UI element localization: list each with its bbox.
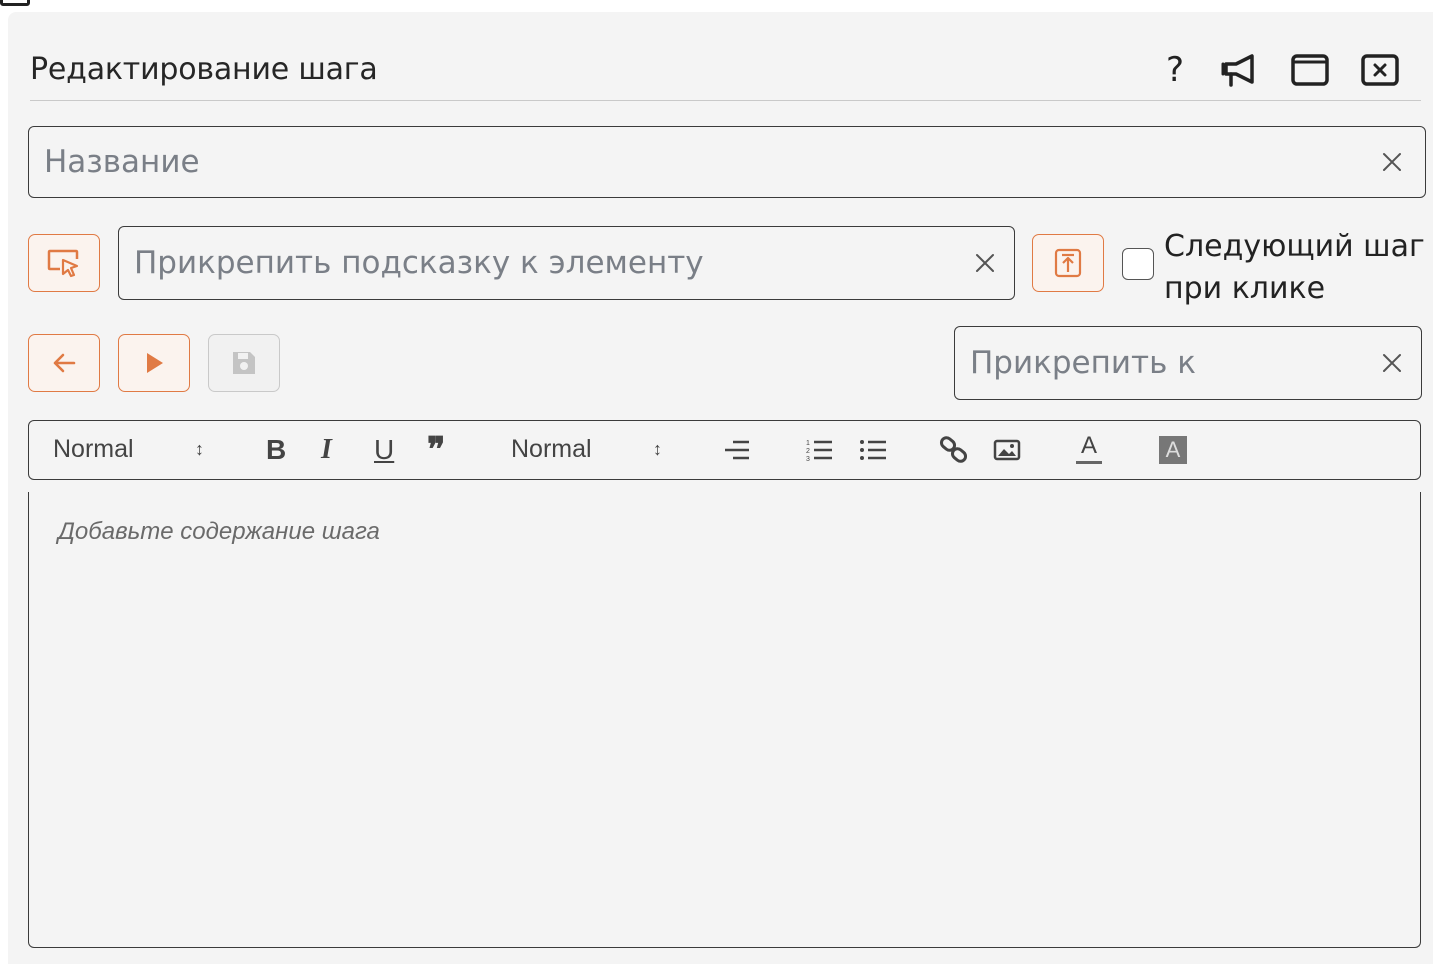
svg-text:3: 3 bbox=[806, 456, 810, 463]
underline-button[interactable]: U bbox=[374, 421, 394, 478]
help-label: ? bbox=[1165, 50, 1185, 90]
blockquote-button[interactable]: ❞ bbox=[427, 421, 445, 478]
align-top-button[interactable] bbox=[1032, 234, 1104, 292]
pick-element-button[interactable] bbox=[28, 234, 100, 292]
select-caret-icon: ↕ bbox=[653, 439, 662, 459]
svg-text:2: 2 bbox=[806, 448, 810, 455]
bold-label: B bbox=[266, 433, 287, 465]
text-color-icon: A bbox=[1076, 432, 1102, 464]
save-icon bbox=[233, 352, 255, 374]
bullet-list-button[interactable] bbox=[859, 421, 887, 478]
megaphone-icon[interactable] bbox=[1218, 50, 1262, 90]
attach-to-input[interactable] bbox=[970, 327, 1366, 399]
background-color-icon: A bbox=[1159, 435, 1187, 464]
help-icon[interactable]: ? bbox=[1153, 50, 1197, 90]
background-color-button[interactable]: A bbox=[1159, 421, 1187, 478]
arrow-left-icon bbox=[53, 353, 76, 373]
editor-toolbar: Normal ↕ B I U ❞ Normal ↕ 1 2 3 A A bbox=[28, 420, 1421, 480]
image-button[interactable] bbox=[993, 421, 1021, 478]
ordered-list-button[interactable]: 1 2 3 bbox=[805, 421, 833, 478]
editor-placeholder: Добавьте содержание шага bbox=[58, 518, 380, 545]
size-select-value: Normal bbox=[511, 435, 592, 463]
step-content-editor[interactable]: Добавьте содержание шага bbox=[28, 492, 1421, 948]
align-icon bbox=[725, 440, 749, 459]
link-icon bbox=[939, 435, 968, 463]
play-icon bbox=[147, 353, 163, 373]
maximize-icon[interactable] bbox=[1288, 50, 1332, 90]
text-color-button[interactable]: A bbox=[1076, 421, 1102, 478]
background-color-label: A bbox=[1165, 436, 1181, 462]
italic-label: I bbox=[321, 433, 332, 465]
size-select[interactable]: Normal ↕ bbox=[511, 421, 671, 478]
quote-icon: ❞ bbox=[427, 430, 446, 469]
next-on-click-label: Следующий шаг при клике bbox=[1164, 229, 1425, 306]
header-select[interactable]: Normal ↕ bbox=[53, 421, 213, 478]
header-select-value: Normal bbox=[53, 435, 134, 463]
name-input[interactable] bbox=[44, 127, 1370, 197]
image-icon bbox=[993, 439, 1021, 460]
link-button[interactable] bbox=[939, 421, 969, 478]
clear-name-icon[interactable] bbox=[1377, 147, 1407, 177]
close-window-icon[interactable] bbox=[1358, 50, 1402, 90]
step-editor-panel: Редактирование шага ? Название Прикрепит… bbox=[8, 12, 1433, 964]
save-button[interactable] bbox=[208, 334, 280, 392]
svg-text:1: 1 bbox=[806, 440, 810, 447]
select-element-icon bbox=[47, 249, 79, 278]
bullet-list-icon bbox=[860, 439, 886, 460]
clipped-icon bbox=[0, 0, 30, 6]
underline-label: U bbox=[374, 433, 395, 465]
attach-to-field[interactable] bbox=[954, 326, 1422, 400]
play-button[interactable] bbox=[118, 334, 190, 392]
align-button[interactable] bbox=[723, 421, 751, 478]
panel-header: Редактирование шага ? bbox=[30, 12, 1421, 101]
element-field[interactable] bbox=[118, 226, 1015, 300]
text-color-label: A bbox=[1080, 432, 1097, 459]
ordered-list-icon: 1 2 3 bbox=[806, 440, 832, 463]
element-input[interactable] bbox=[134, 227, 959, 299]
clear-attach-icon[interactable] bbox=[1377, 348, 1407, 378]
name-field[interactable] bbox=[28, 126, 1426, 198]
italic-button[interactable]: I bbox=[321, 421, 332, 478]
back-button[interactable] bbox=[28, 334, 100, 392]
bold-button[interactable]: B bbox=[266, 421, 286, 478]
clipped-top-text bbox=[0, 0, 1433, 10]
select-caret-icon: ↕ bbox=[195, 439, 204, 459]
clear-element-icon[interactable] bbox=[970, 248, 1000, 278]
page-title: Редактирование шага bbox=[30, 52, 378, 87]
align-top-icon bbox=[1054, 248, 1082, 278]
next-on-click-checkbox[interactable] bbox=[1122, 248, 1154, 280]
